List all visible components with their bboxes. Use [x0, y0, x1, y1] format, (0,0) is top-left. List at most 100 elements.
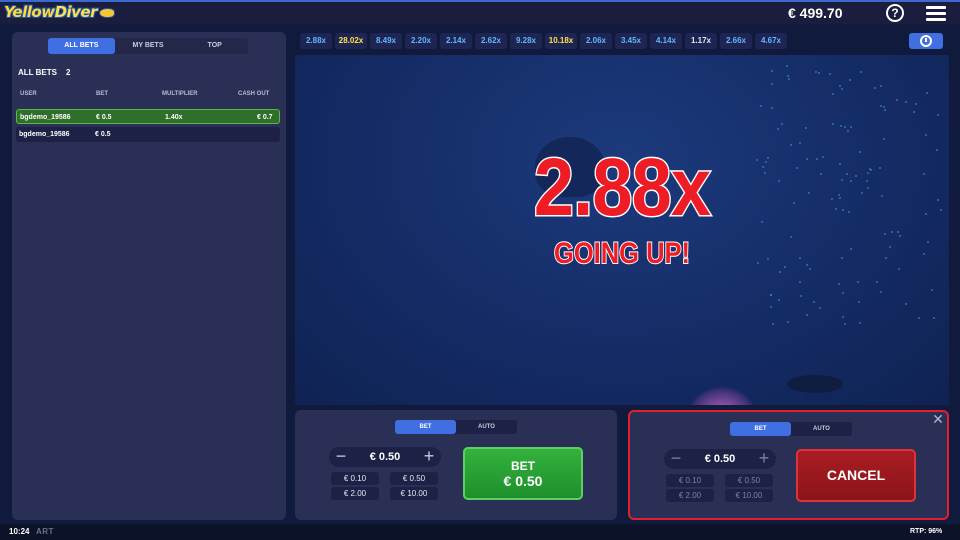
rtp-label: RTP: 96% [910, 528, 943, 535]
quick-bet-button[interactable]: € 0.50 [725, 474, 773, 487]
hamburger-menu-icon[interactable] [926, 6, 946, 22]
history-multiplier-chip[interactable]: 8.49x [370, 33, 402, 49]
quick-bet-button[interactable]: € 2.00 [331, 487, 379, 500]
history-multiplier-chip[interactable]: 9.28x [510, 33, 542, 49]
bubble [819, 306, 822, 309]
decrease-bet-button[interactable]: − [666, 449, 686, 469]
bubble [936, 114, 939, 117]
bubble [764, 160, 767, 163]
history-multiplier-chip[interactable]: 3.45x [615, 33, 647, 49]
bets-panel: ALL BETS MY BETS TOP ALL BETS 2 USER BET… [12, 32, 286, 520]
tab-bet[interactable]: BET [395, 420, 456, 434]
bubble [880, 291, 883, 294]
tab-top[interactable]: TOP [181, 38, 248, 54]
close-icon[interactable]: ✕ [931, 412, 945, 426]
fish-icon [99, 7, 116, 18]
bubble [858, 322, 861, 325]
bet-row: bgdemo_19586 € 0.5 [16, 127, 280, 142]
game-status: GOING UP! [553, 236, 691, 271]
bubble [839, 125, 842, 128]
bubble [814, 70, 817, 73]
quick-bet-button[interactable]: € 0.10 [331, 472, 379, 485]
bubble [798, 141, 801, 144]
bubble [925, 133, 928, 136]
bubble [868, 167, 871, 170]
bet-button-amount: € 0.50 [503, 473, 543, 489]
history-multiplier-chip[interactable]: 2.20x [405, 33, 437, 49]
increase-bet-button[interactable]: + [419, 447, 439, 467]
bubble [918, 316, 921, 319]
bubble [936, 149, 939, 152]
bet-amount-value[interactable]: € 0.50 [349, 447, 421, 467]
bubble [899, 234, 902, 237]
bubble [842, 316, 845, 319]
column-multiplier: MULTIPLIER [162, 91, 198, 97]
bubble [882, 106, 885, 109]
bubble [770, 70, 773, 73]
top-bar: YellowDiver € 499.70 ? [0, 0, 960, 24]
bet-amount-stepper: − € 0.50 + [329, 447, 441, 467]
bubble [858, 150, 861, 153]
history-multiplier-chip[interactable]: 2.14x [440, 33, 472, 49]
bets-tabs: ALL BETS MY BETS TOP [48, 38, 248, 54]
quick-bet-button[interactable]: € 10.00 [725, 489, 773, 502]
bubble [866, 171, 869, 174]
history-multiplier-chip[interactable]: 28.02x [335, 33, 367, 49]
history-multiplier-chip[interactable]: 4.14x [650, 33, 682, 49]
bet-mode-tabs: BET AUTO [395, 420, 517, 434]
jellyfish-icon [687, 386, 757, 405]
cancel-bet-button[interactable]: CANCEL [796, 449, 916, 502]
quick-bet-button[interactable]: € 10.00 [390, 487, 438, 500]
tab-all-bets[interactable]: ALL BETS [48, 38, 115, 54]
bubble [905, 100, 908, 103]
bubble [875, 280, 878, 283]
bubble [777, 298, 780, 301]
bubble [838, 282, 841, 285]
tab-bet[interactable]: BET [730, 422, 791, 436]
bubble [848, 78, 851, 81]
history-multiplier-chip[interactable]: 1.17x [685, 33, 717, 49]
tab-auto[interactable]: AUTO [791, 422, 852, 436]
bubble [873, 87, 876, 90]
history-multiplier-chip[interactable]: 2.66x [720, 33, 752, 49]
help-icon[interactable]: ? [886, 4, 904, 22]
bubble [922, 252, 925, 255]
history-multiplier-chip[interactable]: 4.67x [755, 33, 787, 49]
bubble [912, 111, 915, 114]
bubble [843, 322, 846, 325]
history-multiplier-chip[interactable]: 10.18x [545, 33, 577, 49]
tab-my-bets[interactable]: MY BETS [115, 38, 182, 54]
bubble [780, 123, 783, 126]
bottom-bar: 10:24 ART RTP: 96% [0, 524, 960, 540]
bet-amount-value[interactable]: € 0.50 [684, 449, 756, 469]
quick-bet-button[interactable]: € 0.50 [390, 472, 438, 485]
bet-mode-tabs: BET AUTO [730, 422, 852, 436]
decrease-bet-button[interactable]: − [331, 447, 351, 467]
place-bet-button[interactable]: BET € 0.50 [463, 447, 583, 500]
bubble [915, 102, 918, 105]
bubble [817, 72, 820, 75]
increase-bet-button[interactable]: + [754, 449, 774, 469]
bet-user: bgdemo_19586 [20, 114, 71, 121]
bubble [841, 208, 844, 211]
history-multiplier-chip[interactable]: 2.06x [580, 33, 612, 49]
bubble [860, 71, 863, 74]
multiplier-history: 2.88x 28.02x 8.49x 2.20x 2.14x 2.62x 9.28x 10.1… [300, 33, 790, 51]
bubble [839, 196, 842, 199]
history-button[interactable] [909, 33, 943, 49]
clock-icon [920, 35, 932, 47]
quick-bet-button[interactable]: € 2.00 [666, 489, 714, 502]
bet-panel-2: ✕ BET AUTO − € 0.50 + € 0.10 € 0.50 € 2.… [628, 410, 949, 520]
bubble [800, 294, 803, 297]
clock-time: 10:24 [9, 527, 30, 536]
bubble [761, 166, 764, 169]
tab-auto[interactable]: AUTO [456, 420, 517, 434]
bubble [778, 271, 781, 274]
bet-amount-stepper: − € 0.50 + [664, 449, 776, 469]
column-bet: BET [96, 91, 108, 97]
quick-bet-button[interactable]: € 0.10 [666, 474, 714, 487]
bet-cashout: € 0.7 [257, 114, 273, 121]
history-multiplier-chip[interactable]: 2.62x [475, 33, 507, 49]
history-multiplier-chip[interactable]: 2.88x [300, 33, 332, 49]
bubble [840, 88, 843, 91]
